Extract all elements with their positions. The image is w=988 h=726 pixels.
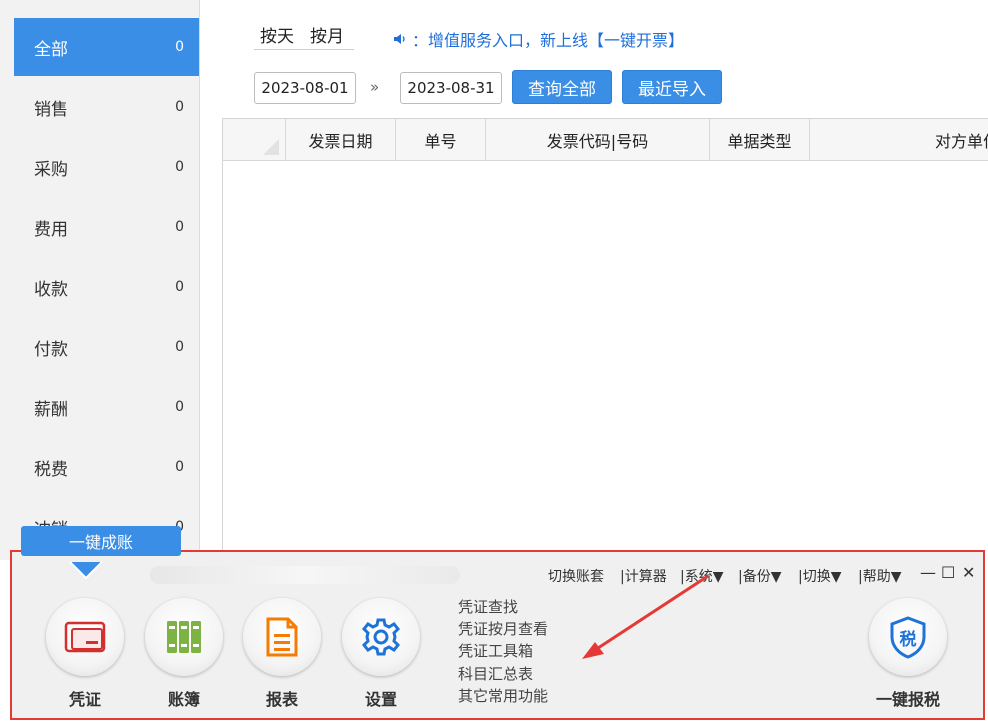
tab-by-month[interactable]: 按月: [310, 22, 344, 47]
quick-link-voucher-search[interactable]: 凭证查找: [458, 596, 518, 617]
sidebar-item-label: 全部: [34, 39, 68, 60]
voucher-icon: [64, 621, 106, 653]
sidebar-item-count: 0: [175, 399, 184, 415]
toolbar-help-menu[interactable]: |帮助▼: [858, 566, 901, 586]
sidebar-item-payment[interactable]: 付款 0: [14, 318, 199, 376]
ledger-label: 账簿: [167, 690, 200, 709]
date-range-separator: »: [370, 78, 380, 96]
column-header-counterparty-label: 对方单位: [934, 132, 988, 151]
sidebar-item-label: 销售: [34, 99, 68, 120]
toolbar-switch-menu[interactable]: |切换▼: [798, 566, 841, 586]
report-button[interactable]: [243, 598, 321, 676]
account-name-blurred: [150, 566, 460, 584]
sidebar: 全部 0 销售 0 采购 0 费用 0 收款 0 付款 0 薪酬 0 税费 0 …: [0, 0, 200, 560]
pointer-caret-icon: [69, 561, 103, 580]
quick-link-voucher-monthly[interactable]: 凭证按月查看: [458, 618, 548, 639]
column-header-number[interactable]: 单号: [395, 119, 485, 161]
quick-link-voucher-toolbox[interactable]: 凭证工具箱: [458, 640, 533, 661]
notice-link[interactable]: ：增值服务入口，新上线【一键开票】: [392, 27, 684, 51]
annotation-arrow: [582, 574, 709, 659]
tax-icon-text: 税: [899, 629, 917, 650]
one-click-bookkeeping-button[interactable]: 一键成账: [21, 526, 181, 556]
ledger-icon: [167, 621, 201, 653]
column-header-counterparty[interactable]: 对方单位: [809, 119, 988, 161]
sidebar-item-count: 0: [175, 459, 184, 475]
sidebar-item-count: 0: [175, 99, 184, 115]
sidebar-item-receipt[interactable]: 收款 0: [14, 258, 199, 316]
sidebar-item-label: 薪酬: [34, 399, 68, 420]
column-header-invoice-code[interactable]: 发票代码|号码: [485, 119, 709, 161]
sidebar-item-label: 付款: [34, 339, 68, 360]
sidebar-item-label: 费用: [34, 219, 68, 240]
minimize-icon[interactable]: —: [920, 563, 936, 582]
recent-import-button[interactable]: 最近导入: [622, 70, 722, 104]
column-header-doc-type[interactable]: 单据类型: [709, 119, 809, 161]
close-icon[interactable]: ✕: [962, 563, 975, 582]
sidebar-item-count: 0: [175, 339, 184, 355]
tax-filing-button[interactable]: 税: [869, 598, 947, 676]
speaker-icon: [394, 34, 405, 44]
sidebar-item-count: 0: [175, 39, 184, 55]
sidebar-item-tax[interactable]: 税费 0: [14, 438, 199, 496]
quick-link-account-summary[interactable]: 科目汇总表: [458, 663, 533, 684]
sidebar-item-label: 收款: [34, 279, 68, 300]
end-date-input[interactable]: [400, 72, 502, 104]
sidebar-item-label: 采购: [34, 159, 68, 180]
voucher-button[interactable]: [46, 598, 124, 676]
tax-filing-label: 一键报税: [875, 690, 940, 709]
toolbar-backup-menu[interactable]: |备份▼: [738, 566, 781, 586]
voucher-label: 凭证: [68, 690, 101, 709]
column-header-invoice-date[interactable]: 发票日期: [285, 119, 395, 161]
settings-label: 设置: [364, 690, 397, 709]
start-date-input[interactable]: [254, 72, 356, 104]
sidebar-item-count: 0: [175, 219, 184, 235]
query-all-button[interactable]: 查询全部: [512, 70, 612, 104]
sidebar-item-sales[interactable]: 销售 0: [14, 78, 199, 136]
tab-by-day[interactable]: 按天: [260, 22, 294, 47]
invoice-table: 发票日期 单号 发票代码|号码 单据类型 对方单位: [222, 118, 988, 560]
sidebar-item-count: 0: [175, 159, 184, 175]
report-label: 报表: [265, 690, 298, 709]
notice-text: ：增值服务入口，新上线【一键开票】: [412, 31, 685, 50]
table-header: 发票日期 单号 发票代码|号码 单据类型 对方单位: [223, 119, 988, 161]
tab-divider: [254, 49, 354, 50]
sidebar-item-count: 0: [175, 279, 184, 295]
select-all-corner-icon[interactable]: [223, 119, 285, 161]
settings-button[interactable]: [342, 598, 420, 676]
restore-icon[interactable]: ☐: [941, 563, 955, 582]
sidebar-item-salary[interactable]: 薪酬 0: [14, 378, 199, 436]
gear-icon: [361, 618, 401, 656]
report-icon: [266, 617, 298, 657]
ledger-button[interactable]: [145, 598, 223, 676]
sidebar-item-purchase[interactable]: 采购 0: [14, 138, 199, 196]
sidebar-item-label: 税费: [34, 459, 68, 480]
sidebar-item-all[interactable]: 全部 0: [14, 18, 199, 76]
sidebar-item-expense[interactable]: 费用 0: [14, 198, 199, 256]
quick-link-other-functions[interactable]: 其它常用功能: [458, 685, 548, 706]
